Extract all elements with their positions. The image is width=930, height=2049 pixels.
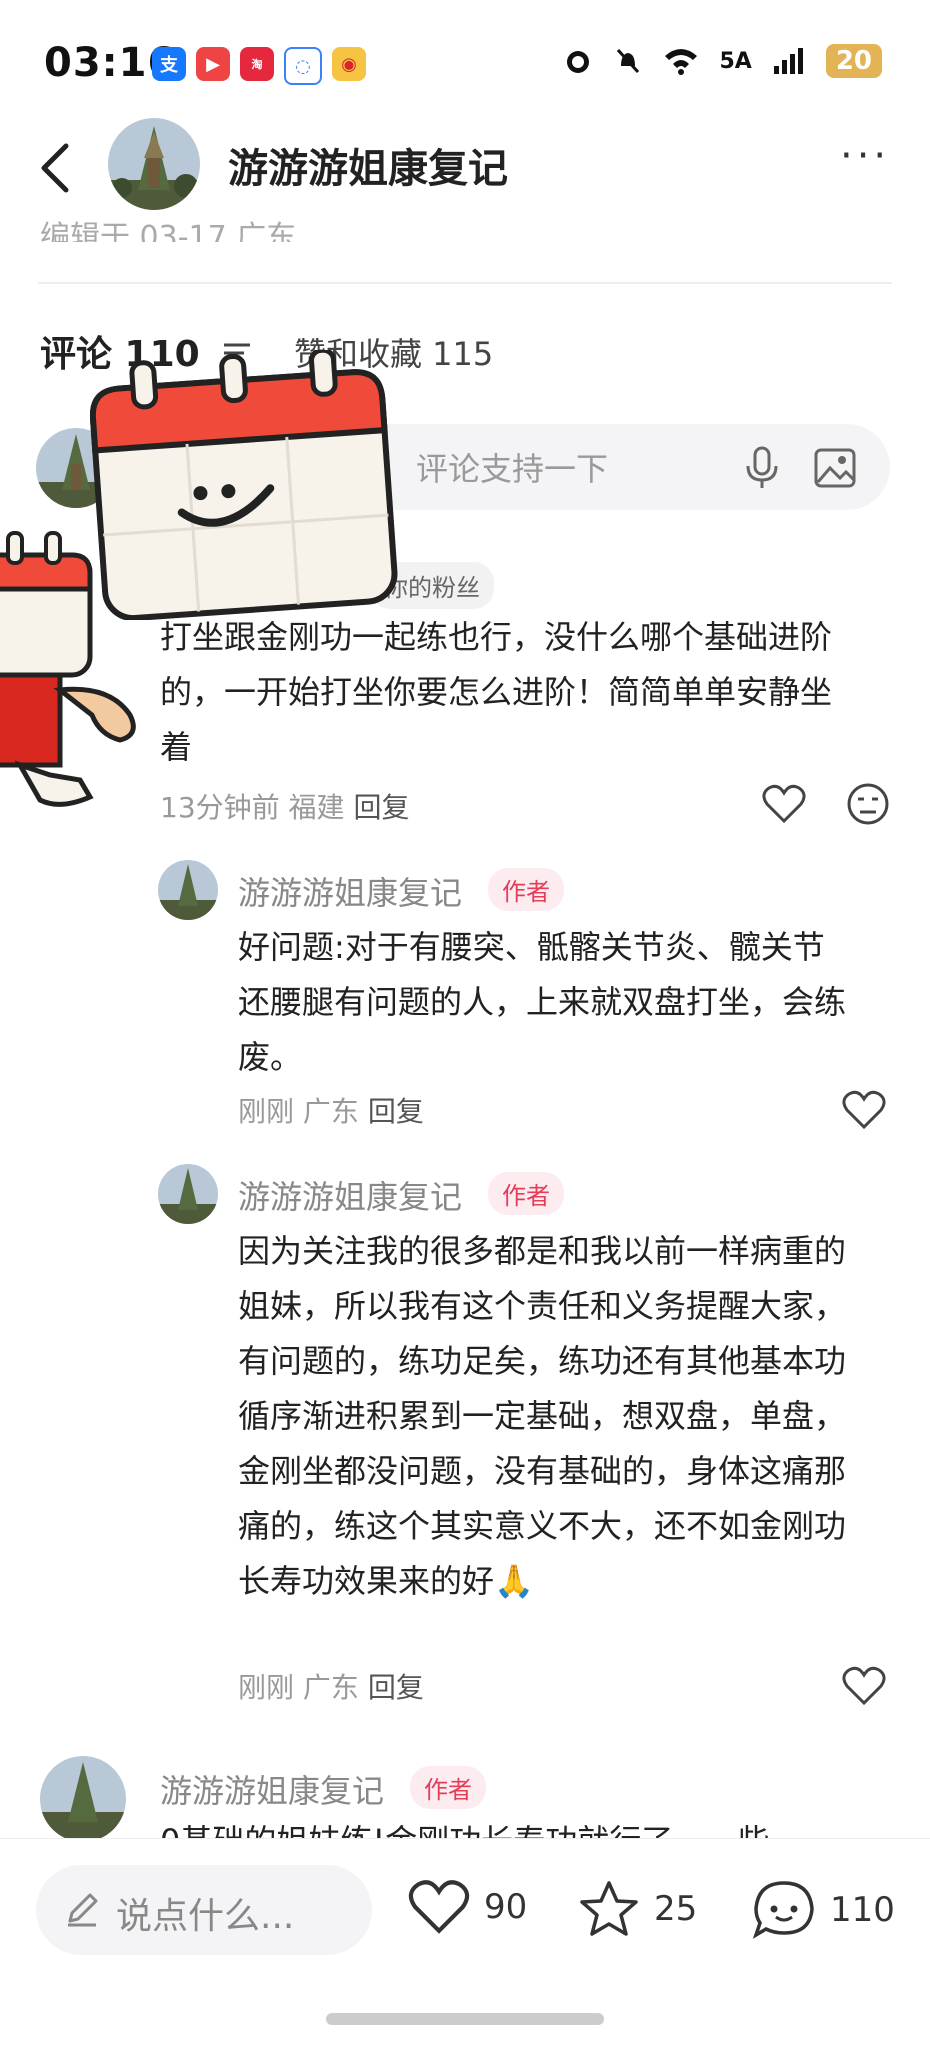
author-name-title[interactable]: 游游游姐康复记 <box>228 136 508 194</box>
comment-meta: 13分钟前 福建 回复 <box>160 786 409 826</box>
notification-icons: 支 ▶ 淘 ◌ ◉ <box>152 47 366 85</box>
more-options-button[interactable]: ··· <box>840 136 900 176</box>
pagoda-photo <box>108 118 200 210</box>
heart-icon <box>408 1880 470 1934</box>
like-icon[interactable] <box>762 784 806 824</box>
comment-avatar[interactable] <box>40 1756 126 1838</box>
alarm-icon <box>567 51 590 73</box>
like-icon[interactable] <box>842 1666 886 1706</box>
comment-input-placeholder: 评论支持一下 <box>416 450 609 488</box>
post-edit-info: 编辑于 03-17 广东 <box>40 220 297 242</box>
comment-bubble-icon <box>752 1881 814 1939</box>
battery-icon: 20 <box>825 44 882 78</box>
weibo-icon: ◉ <box>332 47 366 81</box>
like-icon[interactable] <box>842 1090 886 1130</box>
running-calendar-sticker-icon <box>0 531 136 807</box>
reply-button[interactable]: 回复 <box>368 1095 424 1128</box>
reply-item: 游游游姐康复记 作者 好问题:对于有腰突、骶髂关节炎、髋关节还腰腿有问题的人，上… <box>0 858 930 1148</box>
reply-time: 刚刚 <box>238 1095 295 1128</box>
reply-button[interactable]: 回复 <box>368 1671 424 1704</box>
reply-location: 广东 <box>302 1671 359 1704</box>
comment-author-name[interactable]: 游游游姐康复记 <box>160 1766 384 1812</box>
pagoda-photo <box>40 1756 126 1838</box>
star-icon <box>580 1881 638 1936</box>
say-something-placeholder: 说点什么... <box>116 1896 295 1937</box>
reply-avatar[interactable] <box>158 1164 218 1224</box>
reply-text[interactable]: 好问题:对于有腰突、骶髂关节炎、髋关节还腰腿有问题的人，上来就双盘打坐，会练废。 <box>238 920 848 1085</box>
status-bar: 03:16 支 ▶ 淘 ◌ ◉ 5A 20 <box>0 0 930 120</box>
author-avatar[interactable] <box>108 118 200 210</box>
collect-count: 25 <box>654 1889 698 1929</box>
comment-text[interactable]: 0基础的姐妹练!金刚功长寿功就行了，一些 <box>160 1814 840 1838</box>
dislike-face-icon[interactable] <box>846 782 890 826</box>
system-icons: 5A 20 <box>563 44 882 78</box>
comment-item: 游游游姐康复记 作者 0基础的姐妹练!金刚功长寿功就行了，一些 <box>0 1756 930 1838</box>
video-app-icon: ▶ <box>196 47 230 81</box>
taobao-icon: 淘 <box>240 47 274 81</box>
like-count: 90 <box>484 1887 528 1927</box>
reply-button[interactable]: 回复 <box>353 791 409 824</box>
author-badge: 作者 <box>410 1766 486 1809</box>
reply-location: 广东 <box>302 1095 359 1128</box>
chat-app-icon: ◌ <box>284 47 322 85</box>
author-badge: 作者 <box>488 1172 564 1215</box>
reply-author-name[interactable]: 游游游姐康复记 <box>238 868 462 914</box>
reply-item: 游游游姐康复记 作者 因为关注我的很多都是和我以前一样病重的姐妹，所以我有这个责… <box>0 1162 930 1722</box>
alipay-icon: 支 <box>152 47 186 81</box>
collect-button[interactable]: 25 <box>578 1879 697 1939</box>
say-something-input[interactable]: 说点什么... <box>36 1865 372 1955</box>
reply-meta: 刚刚 广东 回复 <box>238 1090 424 1130</box>
mic-icon[interactable] <box>744 446 780 490</box>
comment-button[interactable]: 110 <box>752 1879 895 1941</box>
author-badge: 作者 <box>488 868 564 911</box>
bottom-action-bar: 说点什么... 90 25 110 <box>0 1838 930 2049</box>
image-icon[interactable] <box>814 448 856 488</box>
home-indicator[interactable] <box>326 2013 604 2025</box>
network-label: 5A <box>719 48 752 74</box>
reply-author-name[interactable]: 游游游姐康复记 <box>238 1172 462 1218</box>
pencil-icon <box>68 1893 98 1927</box>
comment-text[interactable]: 打坐跟金刚功一起练也行，没什么哪个基础进阶的，一开始打坐你要怎么进阶！简简单单安… <box>160 610 840 775</box>
comment-count: 110 <box>830 1890 895 1930</box>
reply-avatar[interactable] <box>158 860 218 920</box>
divider <box>38 282 892 284</box>
pagoda-photo <box>158 1164 218 1224</box>
signal-icon <box>773 48 803 74</box>
back-button[interactable] <box>36 138 76 198</box>
reply-text[interactable]: 因为关注我的很多都是和我以前一样病重的姐妹，所以我有这个责任和义务提醒大家，有问… <box>238 1224 848 1609</box>
wifi-icon <box>665 49 698 75</box>
like-button[interactable]: 90 <box>408 1879 527 1935</box>
reply-time: 刚刚 <box>238 1671 295 1704</box>
mute-icon <box>617 48 640 74</box>
reply-meta: 刚刚 广东 回复 <box>238 1666 424 1706</box>
pagoda-photo <box>158 860 218 920</box>
comment-time: 13分钟前 <box>160 791 280 824</box>
comment-location: 福建 <box>288 791 345 824</box>
